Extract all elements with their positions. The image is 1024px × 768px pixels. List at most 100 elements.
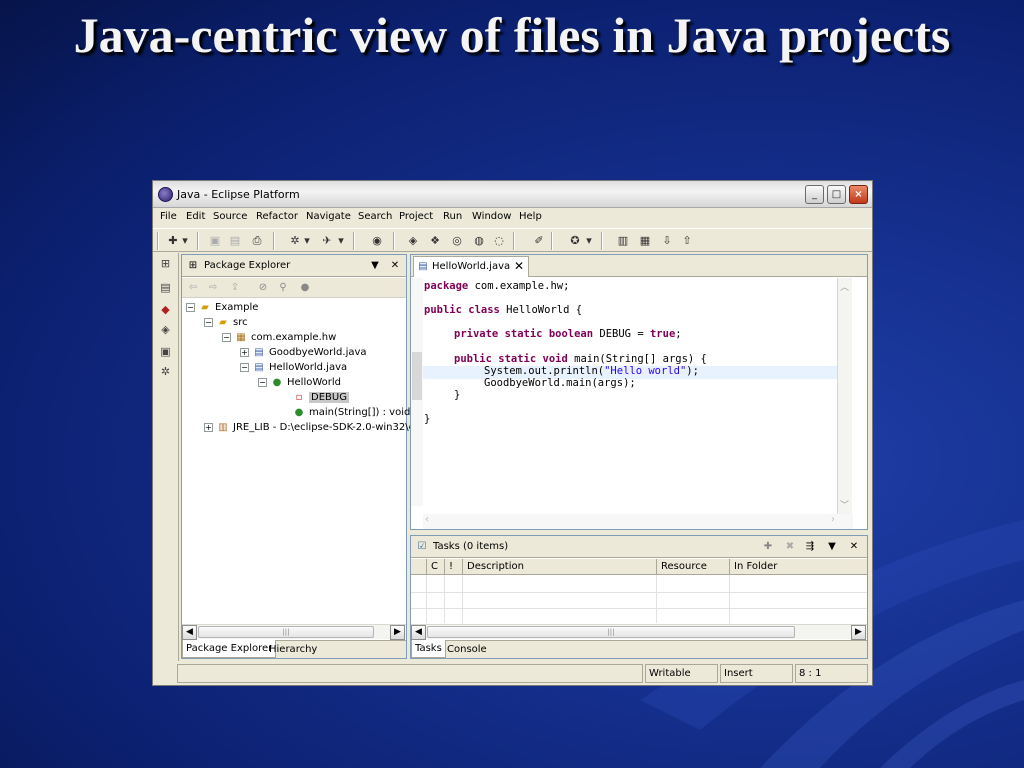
next-icon[interactable]: ⇩ xyxy=(659,233,675,249)
up-icon[interactable]: ⇪ xyxy=(228,281,242,295)
print-icon[interactable]: ⎙ xyxy=(249,233,265,249)
code-line-3[interactable]: private static boolean DEBUG = true; xyxy=(454,328,682,340)
scroll-right-icon[interactable]: ▶ xyxy=(390,625,405,640)
menu-project[interactable]: Project xyxy=(399,211,433,222)
scroll-down-icon[interactable]: ﹀ xyxy=(840,498,849,511)
filter-nonpublic-icon[interactable]: ● xyxy=(298,281,312,295)
external-tools-icon[interactable]: ✪ xyxy=(567,233,583,249)
dropdown-arrow-icon[interactable]: ▾ xyxy=(181,233,189,249)
dropdown-arrow-icon[interactable]: ▾ xyxy=(585,233,593,249)
new-scrapbook-icon[interactable]: ◌ xyxy=(491,233,507,249)
filter-tasks-icon[interactable]: ⇶ xyxy=(803,540,817,554)
scroll-left-icon[interactable]: ‹ xyxy=(425,514,429,525)
code-line-1[interactable]: package com.example.hw; xyxy=(424,280,569,292)
scroll-thumb[interactable]: ||| xyxy=(427,626,795,638)
run-icon[interactable]: ✈ xyxy=(319,233,335,249)
scroll-left-icon[interactable]: ◀ xyxy=(411,625,426,640)
menu-edit[interactable]: Edit xyxy=(186,211,205,222)
menu-file[interactable]: File xyxy=(160,211,177,222)
menu-refactor[interactable]: Refactor xyxy=(256,211,298,222)
scroll-right-icon[interactable]: ▶ xyxy=(851,625,866,640)
editor-ruler xyxy=(411,278,423,506)
tree-item-src[interactable]: − ▰ src xyxy=(204,315,248,330)
toolbar-separator xyxy=(393,232,395,250)
close-tab-icon[interactable]: ✕ xyxy=(512,259,526,273)
column-priority[interactable]: ! xyxy=(445,559,463,575)
menu-search[interactable]: Search xyxy=(358,211,392,222)
toggle-editor-icon[interactable]: ▦ xyxy=(637,233,653,249)
search-icon[interactable]: ◉ xyxy=(369,233,385,249)
column-in-folder[interactable]: In Folder xyxy=(730,559,867,575)
code-line-5[interactable]: System.out.println("Hello world"); xyxy=(484,365,699,377)
column-description[interactable]: Description xyxy=(463,559,657,575)
menu-run[interactable]: Run xyxy=(443,211,462,222)
code-line-6[interactable]: GoodbyeWorld.main(args); xyxy=(484,377,636,389)
menu-help[interactable]: Help xyxy=(519,211,542,222)
previous-icon[interactable]: ⇧ xyxy=(679,233,695,249)
tree-item-main-method[interactable]: ● main(String[]) : void xyxy=(292,405,411,420)
next-annotation-icon[interactable]: ▥ xyxy=(615,233,631,249)
menu-source[interactable]: Source xyxy=(213,211,247,222)
column-resource[interactable]: Resource xyxy=(657,559,730,575)
tree-item-project[interactable]: − ▰ Example xyxy=(186,300,258,315)
code-line-2[interactable]: public class HelloWorld { xyxy=(424,304,582,316)
delete-task-icon[interactable]: ✖ xyxy=(783,540,797,554)
horizontal-scrollbar[interactable]: ◀ ||| ▶ xyxy=(182,624,406,640)
editor-tab-helloworld[interactable]: ▤ HelloWorld.java ✕ xyxy=(413,256,529,277)
maximize-button[interactable]: □ xyxy=(827,185,846,204)
view-menu-icon[interactable]: ▼ xyxy=(368,259,382,273)
new-wizard-icon[interactable]: ✚ xyxy=(165,233,181,249)
scroll-left-icon[interactable]: ◀ xyxy=(182,625,197,640)
filter-fields-icon[interactable]: ⊘ xyxy=(256,281,270,295)
scroll-thumb[interactable]: ||| xyxy=(198,626,374,638)
close-view-icon[interactable]: ✕ xyxy=(388,259,402,273)
tab-console[interactable]: Console xyxy=(444,644,490,655)
code-line-8[interactable]: } xyxy=(424,413,430,425)
code-line-4[interactable]: public static void main(String[] args) { xyxy=(454,353,707,365)
close-button[interactable]: × xyxy=(849,185,868,204)
new-package-icon[interactable]: ❖ xyxy=(427,233,443,249)
tree-item-helloworld-class[interactable]: − ● HelloWorld xyxy=(258,375,341,390)
dropdown-arrow-icon[interactable]: ▾ xyxy=(337,233,345,249)
menu-window[interactable]: Window xyxy=(472,211,511,222)
tree-item-package[interactable]: − ▦ com.example.hw xyxy=(222,330,336,345)
column-completed[interactable]: C xyxy=(427,559,445,575)
new-interface-icon[interactable]: ◍ xyxy=(471,233,487,249)
resource-perspective-icon[interactable]: ▤ xyxy=(157,279,174,296)
debug-perspective-icon[interactable]: ✲ xyxy=(157,363,174,380)
tree-item-debug-field[interactable]: ▫ DEBUG xyxy=(292,390,349,405)
cvs-perspective-icon[interactable]: ▣ xyxy=(157,343,174,360)
editor-tab-bar: ▤ HelloWorld.java ✕ xyxy=(411,255,867,277)
tree-item-helloworld-java[interactable]: − ▤ HelloWorld.java xyxy=(240,360,347,375)
add-task-icon[interactable]: ✚ xyxy=(761,540,775,554)
dropdown-arrow-icon[interactable]: ▾ xyxy=(303,233,311,249)
forward-icon[interactable]: ⇨ xyxy=(206,281,220,295)
tasks-header: ☑ Tasks (0 items) ✚ ✖ ⇶ ▼ ✕ xyxy=(411,536,867,558)
back-icon[interactable]: ⇦ xyxy=(186,281,200,295)
tab-tasks[interactable]: Tasks xyxy=(411,640,446,658)
filter-static-icon[interactable]: ⚲ xyxy=(276,281,290,295)
tasks-horizontal-scrollbar[interactable]: ◀ ||| ▶ xyxy=(411,624,867,640)
tree-item-goodbyeworld[interactable]: + ▤ GoodbyeWorld.java xyxy=(240,345,367,360)
new-class-icon[interactable]: ◎ xyxy=(449,233,465,249)
tree-item-jre-lib[interactable]: + ▥ JRE_LIB - D:\eclipse-SDK-2.0-win32\e xyxy=(204,420,415,435)
new-java-project-icon[interactable]: ◈ xyxy=(405,233,421,249)
close-view-icon[interactable]: ✕ xyxy=(847,540,861,554)
save-all-icon[interactable]: ▤ xyxy=(227,233,243,249)
save-icon[interactable]: ▣ xyxy=(207,233,223,249)
scroll-right-icon[interactable]: › xyxy=(831,514,835,525)
menu-navigate[interactable]: Navigate xyxy=(306,211,351,222)
open-perspective-icon[interactable]: ⊞ xyxy=(157,255,174,272)
editor-horizontal-scrollbar[interactable]: ‹ › xyxy=(423,514,853,529)
view-menu-icon[interactable]: ▼ xyxy=(825,540,839,554)
tab-hierarchy[interactable]: Hierarchy xyxy=(266,644,320,655)
java-perspective-icon[interactable]: ◆ xyxy=(157,301,174,318)
minimize-button[interactable]: _ xyxy=(805,185,824,204)
team-perspective-icon[interactable]: ◈ xyxy=(157,321,174,338)
open-type-icon[interactable]: ✐ xyxy=(531,233,547,249)
tab-package-explorer[interactable]: Package Explorer xyxy=(182,640,277,658)
scroll-up-icon[interactable]: ︿ xyxy=(840,280,849,293)
debug-icon[interactable]: ✲ xyxy=(287,233,303,249)
code-line-7[interactable]: } xyxy=(454,389,460,401)
editor-vertical-scrollbar[interactable]: ︿ ﹀ xyxy=(837,278,852,514)
